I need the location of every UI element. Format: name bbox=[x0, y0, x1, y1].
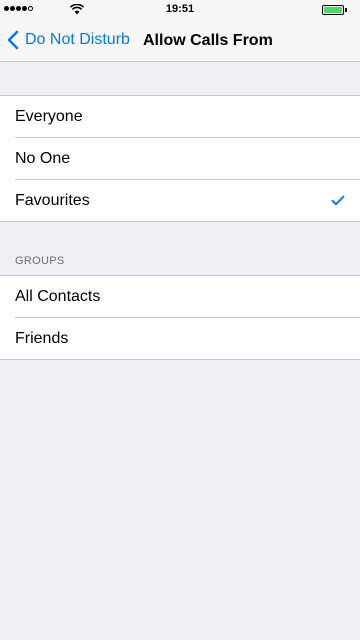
groups-list: All Contacts Friends bbox=[0, 275, 360, 360]
checkmark-icon bbox=[331, 195, 345, 206]
back-button-label: Do Not Disturb bbox=[25, 31, 130, 48]
option-label: No One bbox=[15, 150, 71, 167]
battery-level bbox=[324, 7, 342, 13]
section-header-groups: GROUPS bbox=[15, 255, 65, 267]
allow-calls-options-list: Everyone No One Favourites bbox=[0, 95, 360, 222]
group-label: Friends bbox=[15, 330, 69, 347]
battery-icon bbox=[322, 5, 344, 15]
option-no-one[interactable]: No One bbox=[0, 137, 360, 180]
back-button[interactable]: Do Not Disturb bbox=[6, 30, 130, 50]
status-time: 19:51 bbox=[165, 3, 195, 15]
status-bar: 19:51 bbox=[0, 0, 360, 20]
group-all-contacts[interactable]: All Contacts bbox=[0, 276, 360, 318]
navigation-bar: Do Not Disturb Allow Calls From bbox=[0, 20, 360, 62]
option-label: Favourites bbox=[15, 192, 90, 209]
page-title: Allow Calls From bbox=[143, 32, 273, 49]
group-friends[interactable]: Friends bbox=[0, 317, 360, 360]
battery-tip bbox=[345, 8, 347, 12]
option-label: Everyone bbox=[15, 108, 83, 125]
chevron-left-icon bbox=[7, 30, 19, 50]
option-everyone[interactable]: Everyone bbox=[0, 96, 360, 138]
option-favourites[interactable]: Favourites bbox=[0, 179, 360, 222]
group-label: All Contacts bbox=[15, 288, 101, 305]
